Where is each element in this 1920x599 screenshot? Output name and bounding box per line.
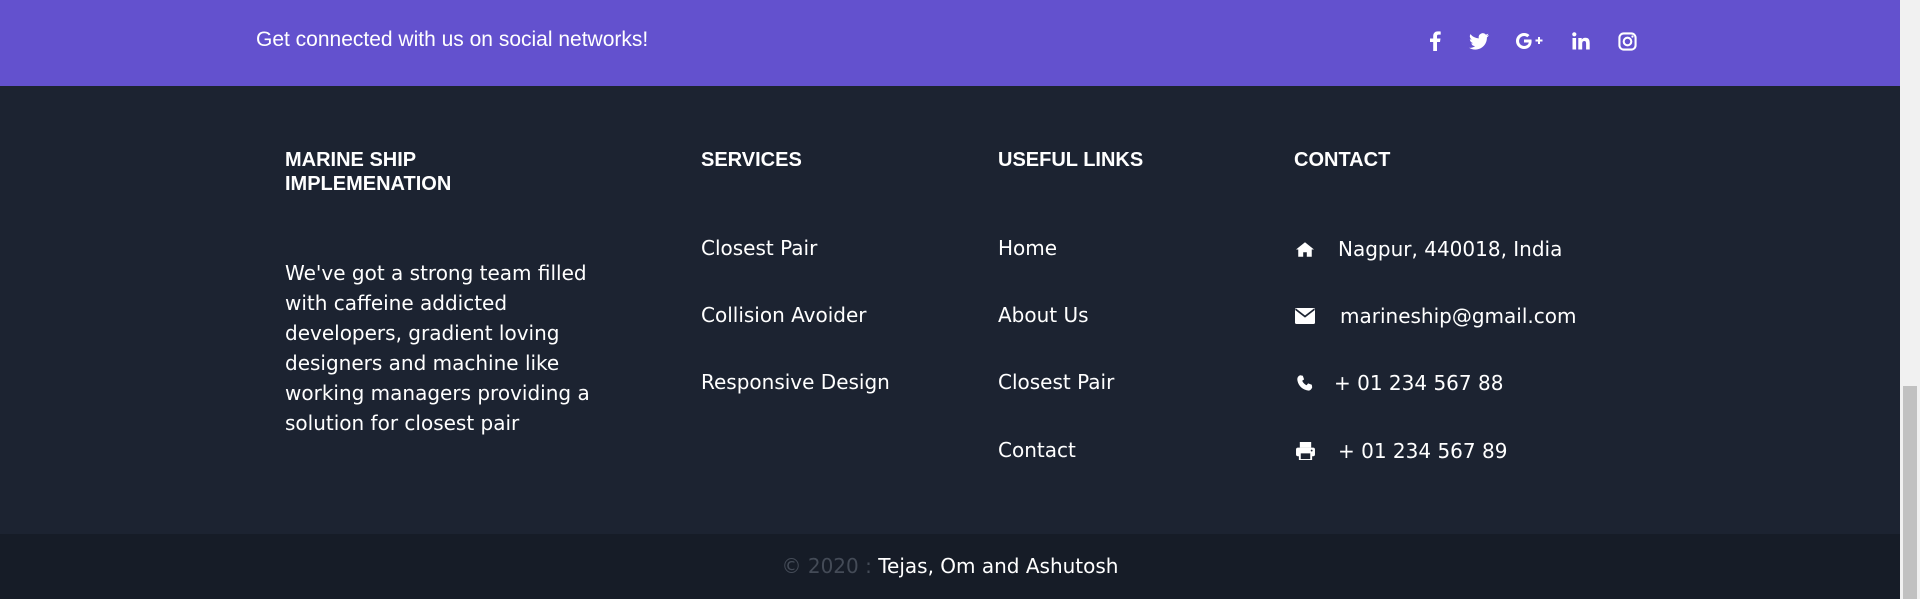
copyright-bar: © 2020 : Tejas, Om and Ashutosh [0, 534, 1900, 599]
envelope-icon [1294, 305, 1316, 327]
contact-address: Nagpur, 440018, India [1294, 235, 1562, 263]
social-text: Get connected with us on social networks… [256, 28, 649, 51]
about-text: We've got a strong team filled with caff… [285, 261, 590, 435]
service-link-closest-pair[interactable]: Closest Pair [701, 236, 817, 260]
page-scrollbar[interactable] [1900, 0, 1920, 599]
footer-main: MARINE SHIP IMPLEMENATION We've got a st… [0, 86, 1900, 534]
link-contact[interactable]: Contact [998, 438, 1076, 462]
page-content: Get connected with us on social networks… [0, 0, 1900, 599]
list-item: Collision Avoider [701, 303, 866, 327]
contact-title: CONTACT [1294, 149, 1391, 171]
contact-phone: + 01 234 567 88 [1294, 369, 1503, 397]
home-icon [1294, 238, 1316, 260]
useful-links-title: USEFUL LINKS [998, 149, 1144, 171]
list-item: Closest Pair [998, 370, 1114, 394]
service-link-collision-avoider[interactable]: Collision Avoider [701, 303, 866, 327]
services-title: SERVICES [701, 149, 802, 171]
page: Get connected with us on social networks… [0, 0, 1920, 599]
linkedin-icon[interactable] [1566, 26, 1596, 56]
contact-phone-text: + 01 234 567 88 [1334, 371, 1504, 395]
contact-fax-text: + 01 234 567 89 [1338, 439, 1508, 463]
list-item: About Us [998, 303, 1089, 327]
twitter-icon[interactable] [1464, 26, 1494, 56]
copyright-prefix: © 2020 : [781, 554, 879, 578]
contact-fax: + 01 234 567 89 [1294, 437, 1507, 465]
social-bar: Get connected with us on social networks… [0, 0, 1900, 86]
phone-icon [1294, 372, 1316, 394]
link-home[interactable]: Home [998, 236, 1057, 260]
facebook-icon[interactable] [1420, 26, 1450, 56]
link-closest-pair[interactable]: Closest Pair [998, 370, 1114, 394]
link-about-us[interactable]: About Us [998, 303, 1089, 327]
contact-email-text: marineship@gmail.com [1340, 304, 1577, 328]
contact-email: marineship@gmail.com [1294, 302, 1576, 330]
list-item: Home [998, 236, 1057, 260]
list-item: Closest Pair [701, 236, 817, 260]
contact-address-text: Nagpur, 440018, India [1338, 237, 1563, 261]
copyright-authors-link[interactable]: Tejas, Om and Ashutosh [878, 554, 1118, 578]
instagram-icon[interactable] [1612, 26, 1642, 56]
about-title: MARINE SHIP IMPLEMENATION [285, 149, 452, 195]
list-item: Responsive Design [701, 370, 890, 394]
list-item: Contact [998, 438, 1076, 462]
print-icon [1294, 440, 1316, 462]
google-plus-icon[interactable] [1514, 26, 1544, 56]
scrollbar-thumb[interactable] [1903, 386, 1917, 599]
service-link-responsive-design[interactable]: Responsive Design [701, 370, 890, 394]
